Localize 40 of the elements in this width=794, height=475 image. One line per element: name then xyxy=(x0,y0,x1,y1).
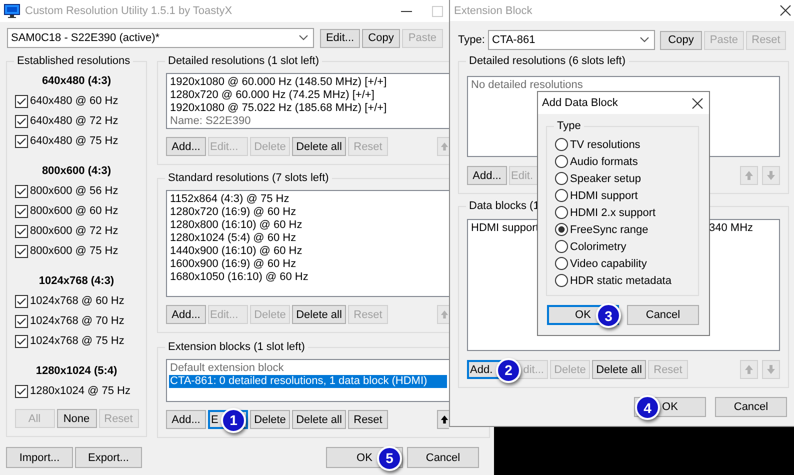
radio-label: HDMI support xyxy=(570,190,638,202)
checkbox-label: 640x480 @ 60 Hz xyxy=(30,95,118,107)
section-heading: 1024x768 (4:3) xyxy=(38,274,116,289)
radio-label: Video capability xyxy=(570,258,647,270)
group-title: Detailed resolutions (6 slots left) xyxy=(468,55,627,68)
checkbox-label: 800x600 @ 56 Hz xyxy=(30,185,118,197)
radio-label: HDMI 2.x support xyxy=(570,206,656,218)
step-callout-tooltip: 4 xyxy=(635,395,660,420)
checkbox-label: 1024x768 @ 75 Hz xyxy=(30,335,124,347)
checkbox-label: 1280x1024 @ 75 Hz xyxy=(30,385,130,397)
section-heading: 1280x1024 (5:4) xyxy=(34,364,118,379)
section-heading: 800x600 (4:3) xyxy=(40,164,112,179)
group-title: Established resolutions xyxy=(16,55,132,68)
group-title: Detailed resolutions (1 slot left) xyxy=(167,55,320,68)
step-callout-tooltip: 2 xyxy=(496,358,521,382)
section-heading: 640x480 (4:3) xyxy=(40,74,112,89)
radio-label: Speaker setup xyxy=(570,172,641,184)
list-item-value: 340 MHz xyxy=(709,222,754,235)
step-callout-tooltip: 1 xyxy=(221,408,246,432)
checkbox-label: 800x600 @ 72 Hz xyxy=(30,225,118,237)
checkbox-label: 1024x768 @ 70 Hz xyxy=(30,315,124,327)
radio-label: HDR static metadata xyxy=(570,274,672,286)
step-callout-tooltip: 3 xyxy=(596,303,621,328)
checkbox-label: 640x480 @ 75 Hz xyxy=(30,135,118,147)
radio-label: Audio formats xyxy=(570,156,638,168)
window-title: Extension Block xyxy=(454,4,532,16)
checkbox-label: 1024x768 @ 60 Hz xyxy=(30,295,124,307)
type-label: Type: xyxy=(458,34,486,46)
checkbox-label: 800x600 @ 75 Hz xyxy=(30,245,118,257)
checkbox-label: 800x600 @ 60 Hz xyxy=(30,205,118,217)
group-title: Extension blocks (1 slot left) xyxy=(167,341,306,354)
checkbox-label: 640x480 @ 72 Hz xyxy=(30,115,118,127)
radio-label: TV resolutions xyxy=(570,138,640,150)
group-title: Type xyxy=(556,120,582,133)
group-title: Standard resolutions (7 slots left) xyxy=(167,172,330,185)
radio-label: FreeSync range xyxy=(570,224,648,236)
window-title: Custom Resolution Utility 1.5.1 by ToastyX xyxy=(25,5,232,17)
window-title: Add Data Block xyxy=(542,97,618,109)
radio-label: Colorimetry xyxy=(570,240,626,252)
step-callout-tooltip: 5 xyxy=(377,446,402,470)
